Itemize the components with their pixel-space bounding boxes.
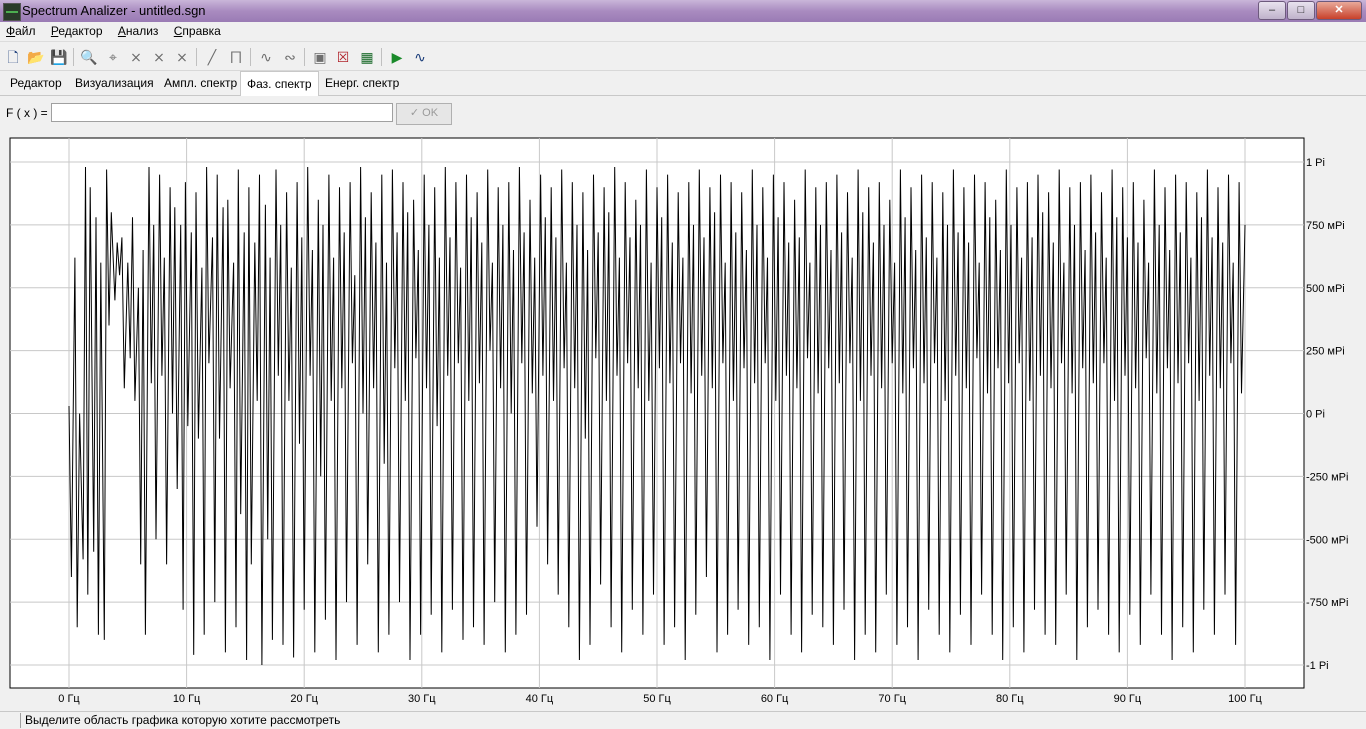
window-controls: – □ ✕ (1257, 1, 1362, 20)
app-icon[interactable] (3, 3, 21, 21)
toolbar: 🗋 📂 💾 🔍 ⌖ ⨯ ⨯ ⨯ ╱ ⨅ ∿ ∾ ▣ ☒ ▦ ▶ ∿ (0, 44, 1366, 71)
status-bar: Выделите область графика которую хотите … (0, 711, 1366, 729)
y-tick-label: -1 Pi (1306, 660, 1329, 672)
save-icon[interactable]: 💾 (50, 48, 68, 66)
zoom-region-icon[interactable]: ▣ (311, 48, 329, 66)
menu-help[interactable]: Справка (168, 22, 227, 38)
formula-input[interactable] (51, 103, 393, 122)
x-tick-label: 40 Гц (526, 693, 554, 705)
y-tick-label: 250 мPi (1306, 346, 1345, 358)
y-tick-label: -250 мPi (1306, 471, 1348, 483)
x-tick-label: 0 Гц (58, 693, 80, 705)
menu-file[interactable]: Файл (0, 22, 42, 38)
tab-phase-spectrum[interactable]: Фаз. спектр (240, 71, 319, 96)
open-folder-icon[interactable]: 📂 (27, 48, 45, 66)
formula-bar: F ( x ) = ✓ OK (0, 100, 1366, 126)
y-tick-label: -750 мPi (1306, 597, 1348, 609)
formula-label: F ( x ) = (6, 106, 48, 120)
y-tick-label: 500 мPi (1306, 283, 1345, 295)
wave-transform-icon[interactable]: ∿ (257, 48, 275, 66)
crosshair-icon[interactable]: ⌖ (104, 48, 122, 66)
toolbar-separator (250, 48, 251, 66)
x-tick-label: 20 Гц (290, 693, 318, 705)
ok-button[interactable]: ✓ OK (396, 103, 452, 125)
close-button[interactable]: ✕ (1316, 1, 1362, 20)
y-tick-label: -500 мPi (1306, 534, 1348, 546)
tab-editor[interactable]: Редактор (4, 71, 68, 95)
chart-view-icon[interactable]: ▦ (358, 48, 376, 66)
wave-inverse-icon[interactable]: ∾ (281, 48, 299, 66)
x-tick-label: 10 Гц (173, 693, 201, 705)
menu-analysis[interactable]: Анализ (112, 22, 165, 38)
y-tick-label: 750 мPi (1306, 220, 1345, 232)
toolbar-separator (304, 48, 305, 66)
toolbar-separator (196, 48, 197, 66)
line-icon[interactable]: ╱ (203, 48, 221, 66)
menu-editor[interactable]: Редактор (45, 22, 109, 38)
x-tick-label: 30 Гц (408, 693, 436, 705)
x-tick-label: 80 Гц (996, 693, 1024, 705)
x-tick-label: 100 Гц (1228, 693, 1262, 705)
tab-bar: Редактор Визуализация Ампл. спектр Фаз. … (0, 71, 1366, 96)
title-bar: Spectrum Analizer - untitled.sgn – □ ✕ (0, 0, 1366, 22)
filter-band-icon[interactable]: ⨯ (173, 48, 191, 66)
y-axis-labels: 1 Pi 750 мPi 500 мPi 250 мPi 0 Pi -250 мPi -50… (1306, 157, 1348, 672)
x-tick-label: 60 Гц (761, 693, 789, 705)
window-function-icon[interactable]: ⨅ (227, 48, 245, 66)
y-tick-label: 0 Pi (1306, 409, 1325, 421)
zoom-icon[interactable]: 🔍 (80, 48, 98, 66)
minimize-button[interactable]: – (1258, 1, 1286, 20)
x-tick-label: 70 Гц (878, 693, 906, 705)
x-axis-labels: 0 Гц 10 Гц 20 Гц 30 Гц 40 Гц 50 Гц 60 Гц 70 Гц 8… (58, 693, 1262, 705)
window-title: Spectrum Analizer - untitled.sgn (22, 3, 206, 18)
menu-bar: Файл Редактор Анализ Справка (0, 22, 1366, 42)
filter-high-icon[interactable]: ⨯ (150, 48, 168, 66)
chart-svg[interactable]: 0 Гц 10 Гц 20 Гц 30 Гц 40 Гц 50 Гц 60 Гц 70 Гц 8… (0, 130, 1366, 710)
tab-energy-spectrum[interactable]: Енерг. спектр (319, 71, 405, 95)
status-text: Выделите область графика которую хотите … (20, 713, 340, 728)
x-tick-label: 90 Гц (1114, 693, 1142, 705)
toolbar-separator (381, 48, 382, 66)
filter-low-icon[interactable]: ⨯ (127, 48, 145, 66)
zoom-cancel-icon[interactable]: ☒ (334, 48, 352, 66)
toolbar-separator (73, 48, 74, 66)
tab-visualization[interactable]: Визуализация (69, 71, 160, 95)
play-icon[interactable]: ▶ (388, 48, 406, 66)
phase-spectrum-chart[interactable]: 0 Гц 10 Гц 20 Гц 30 Гц 40 Гц 50 Гц 60 Гц 70 Гц 8… (0, 130, 1366, 710)
maximize-button[interactable]: □ (1287, 1, 1315, 20)
signal-icon[interactable]: ∿ (411, 48, 429, 66)
y-tick-label: 1 Pi (1306, 157, 1325, 169)
tab-amplitude-spectrum[interactable]: Ампл. спектр (158, 71, 243, 95)
new-file-icon[interactable]: 🗋 (4, 48, 22, 66)
x-tick-label: 50 Гц (643, 693, 671, 705)
